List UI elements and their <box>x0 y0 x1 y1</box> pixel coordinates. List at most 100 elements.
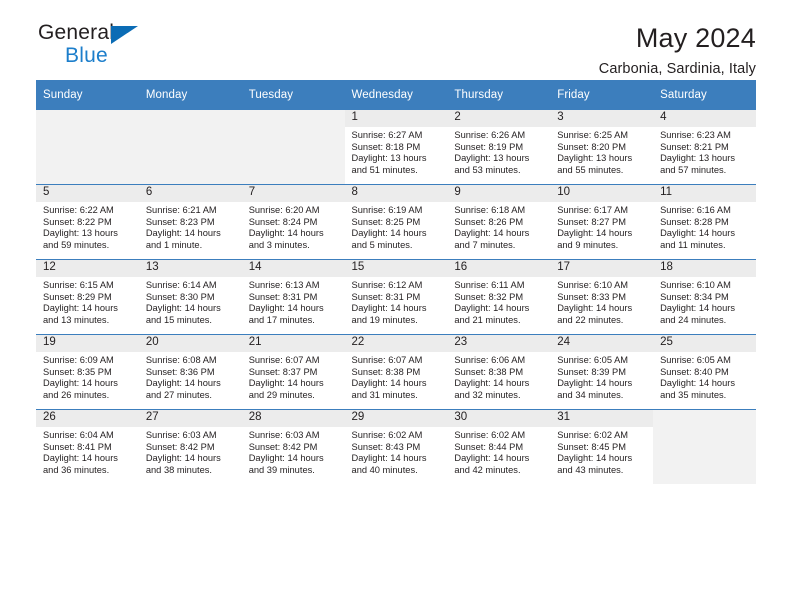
day-number: 3 <box>550 110 654 127</box>
calendar-day-cell[interactable]: 31 Sunrise: 6:02 AM Sunset: 8:45 PM Dayligh… <box>550 409 654 484</box>
sunset-text: Sunset: 8:29 PM <box>43 291 112 302</box>
day-details: Sunrise: 6:07 AM Sunset: 8:38 PM Daylight:… <box>345 352 448 401</box>
calendar-day-cell[interactable]: 22 Sunrise: 6:07 AM Sunset: 8:38 PM Dayligh… <box>344 334 448 410</box>
daylight-text: Daylight: 14 hours and 9 minutes. <box>557 228 633 250</box>
sunset-text: Sunset: 8:18 PM <box>351 141 421 152</box>
calendar-day-cell[interactable]: 28 Sunrise: 6:03 AM Sunset: 8:42 PM Dayligh… <box>241 409 345 484</box>
day-details: Sunrise: 6:23 AM Sunset: 8:21 PM Daylight:… <box>653 127 756 176</box>
daylight-text: Daylight: 14 hours and 34 minutes. <box>557 378 633 400</box>
daylight-text: Daylight: 14 hours and 26 minutes. <box>43 378 118 400</box>
day-details: Sunrise: 6:03 AM Sunset: 8:42 PM Daylight:… <box>242 427 345 476</box>
weekday-header-saturday: Saturday <box>653 80 756 110</box>
sunrise-text: Sunrise: 6:11 AM <box>454 280 525 290</box>
calendar-day-cell[interactable]: 13 Sunrise: 6:14 AM Sunset: 8:30 PM Dayligh… <box>138 259 242 335</box>
day-number: 7 <box>241 185 345 202</box>
daylight-text: Daylight: 13 hours and 51 minutes. <box>351 153 427 175</box>
calendar-day-cell[interactable]: 8 Sunrise: 6:19 AM Sunset: 8:25 PM Daylight… <box>344 184 448 260</box>
day-details: Sunrise: 6:22 AM Sunset: 8:22 PM Daylight:… <box>36 202 139 251</box>
title-block: May 2024 Carbonia, Sardinia, Italy <box>599 22 756 79</box>
day-number: 24 <box>550 335 654 352</box>
calendar-day-cell[interactable]: 7 Sunrise: 6:20 AM Sunset: 8:24 PM Daylight… <box>241 184 345 260</box>
general-blue-logo[interactable]: General Blue <box>36 22 168 74</box>
calendar-day-cell[interactable]: 3 Sunrise: 6:25 AM Sunset: 8:20 PM Daylight… <box>550 109 654 185</box>
calendar-day-cell[interactable]: 18 Sunrise: 6:10 AM Sunset: 8:34 PM Dayligh… <box>653 259 756 335</box>
sunrise-text: Sunrise: 6:03 AM <box>248 430 320 440</box>
calendar-day-cell[interactable]: 1 Sunrise: 6:27 AM Sunset: 8:18 PM Daylight… <box>344 109 448 185</box>
day-details: Sunrise: 6:03 AM Sunset: 8:42 PM Daylight:… <box>139 427 242 476</box>
day-details: Sunrise: 6:17 AM Sunset: 8:27 PM Daylight:… <box>550 202 653 251</box>
day-details: Sunrise: 6:13 AM Sunset: 8:31 PM Daylight:… <box>242 277 345 326</box>
daylight-text: Daylight: 14 hours and 29 minutes. <box>248 378 324 400</box>
day-number <box>241 110 345 127</box>
calendar-day-cell[interactable]: 19 Sunrise: 6:09 AM Sunset: 8:35 PM Dayligh… <box>36 334 139 410</box>
sunset-text: Sunset: 8:27 PM <box>557 216 626 227</box>
calendar-day-cell[interactable]: 17 Sunrise: 6:10 AM Sunset: 8:33 PM Dayligh… <box>550 259 654 335</box>
day-number: 20 <box>138 335 242 352</box>
sunrise-text: Sunrise: 6:12 AM <box>351 280 423 290</box>
calendar-day-cell[interactable]: 10 Sunrise: 6:17 AM Sunset: 8:27 PM Dayligh… <box>550 184 654 260</box>
calendar-cell-empty <box>653 409 756 484</box>
daylight-text: Daylight: 14 hours and 3 minutes. <box>248 228 324 250</box>
calendar-cell-empty <box>138 109 242 185</box>
sunrise-text: Sunrise: 6:02 AM <box>351 430 423 440</box>
daylight-text: Daylight: 14 hours and 43 minutes. <box>557 453 633 475</box>
sunset-text: Sunset: 8:35 PM <box>43 366 112 377</box>
calendar-day-cell[interactable]: 21 Sunrise: 6:07 AM Sunset: 8:37 PM Dayligh… <box>241 334 345 410</box>
calendar-day-cell[interactable]: 4 Sunrise: 6:23 AM Sunset: 8:21 PM Daylight… <box>653 109 756 185</box>
sunrise-text: Sunrise: 6:20 AM <box>248 205 320 215</box>
day-number <box>36 110 139 127</box>
daylight-text: Daylight: 14 hours and 7 minutes. <box>454 228 530 250</box>
day-number: 31 <box>550 410 654 427</box>
calendar-day-cell[interactable]: 9 Sunrise: 6:18 AM Sunset: 8:26 PM Daylight… <box>447 184 551 260</box>
day-number: 1 <box>344 110 448 127</box>
day-details: Sunrise: 6:12 AM Sunset: 8:31 PM Daylight:… <box>345 277 448 326</box>
weekday-header-row: Sunday Monday Tuesday Wednesday Thursday… <box>36 80 756 110</box>
day-details: Sunrise: 6:26 AM Sunset: 8:19 PM Daylight:… <box>447 127 550 176</box>
calendar-day-cell[interactable]: 27 Sunrise: 6:03 AM Sunset: 8:42 PM Dayligh… <box>138 409 242 484</box>
calendar-day-cell[interactable]: 12 Sunrise: 6:15 AM Sunset: 8:29 PM Dayligh… <box>36 259 139 335</box>
calendar-day-cell[interactable]: 6 Sunrise: 6:21 AM Sunset: 8:23 PM Daylight… <box>138 184 242 260</box>
calendar-day-cell[interactable]: 25 Sunrise: 6:05 AM Sunset: 8:40 PM Dayligh… <box>653 334 756 410</box>
sunrise-text: Sunrise: 6:17 AM <box>557 205 629 215</box>
calendar-day-cell[interactable]: 24 Sunrise: 6:05 AM Sunset: 8:39 PM Dayligh… <box>550 334 654 410</box>
sunrise-text: Sunrise: 6:18 AM <box>454 205 526 215</box>
day-details: Sunrise: 6:20 AM Sunset: 8:24 PM Daylight:… <box>242 202 345 251</box>
sunset-text: Sunset: 8:20 PM <box>557 141 626 152</box>
calendar-day-cell[interactable]: 5 Sunrise: 6:22 AM Sunset: 8:22 PM Daylight… <box>36 184 139 260</box>
day-number: 19 <box>36 335 139 352</box>
calendar-body: 1 Sunrise: 6:27 AM Sunset: 8:18 PM Daylight… <box>36 109 756 484</box>
sunrise-text: Sunrise: 6:14 AM <box>145 280 217 290</box>
day-details: Sunrise: 6:11 AM Sunset: 8:32 PM Daylight:… <box>447 277 550 326</box>
calendar-day-cell[interactable]: 15 Sunrise: 6:12 AM Sunset: 8:31 PM Dayligh… <box>344 259 448 335</box>
sunrise-text: Sunrise: 6:15 AM <box>43 280 114 290</box>
sunset-text: Sunset: 8:42 PM <box>145 441 215 452</box>
day-number: 4 <box>653 110 756 127</box>
calendar-day-cell[interactable]: 16 Sunrise: 6:11 AM Sunset: 8:32 PM Dayligh… <box>447 259 551 335</box>
sunset-text: Sunset: 8:22 PM <box>43 216 112 227</box>
day-number: 13 <box>138 260 242 277</box>
daylight-text: Daylight: 14 hours and 13 minutes. <box>43 303 118 325</box>
calendar-table: Sunday Monday Tuesday Wednesday Thursday… <box>36 80 756 484</box>
calendar-day-cell[interactable]: 23 Sunrise: 6:06 AM Sunset: 8:38 PM Dayligh… <box>447 334 551 410</box>
calendar-day-cell[interactable]: 30 Sunrise: 6:02 AM Sunset: 8:44 PM Dayligh… <box>447 409 551 484</box>
weekday-header-sunday: Sunday <box>36 80 139 110</box>
calendar-day-cell[interactable]: 20 Sunrise: 6:08 AM Sunset: 8:36 PM Dayligh… <box>138 334 242 410</box>
calendar-day-cell[interactable]: 29 Sunrise: 6:02 AM Sunset: 8:43 PM Dayligh… <box>344 409 448 484</box>
sunset-text: Sunset: 8:19 PM <box>454 141 524 152</box>
sunrise-text: Sunrise: 6:03 AM <box>145 430 217 440</box>
daylight-text: Daylight: 14 hours and 27 minutes. <box>145 378 221 400</box>
sunrise-text: Sunrise: 6:27 AM <box>351 130 423 140</box>
sunrise-text: Sunrise: 6:25 AM <box>557 130 629 140</box>
daylight-text: Daylight: 13 hours and 53 minutes. <box>454 153 530 175</box>
daylight-text: Daylight: 14 hours and 40 minutes. <box>351 453 427 475</box>
sunset-text: Sunset: 8:33 PM <box>557 291 626 302</box>
sunset-text: Sunset: 8:23 PM <box>145 216 215 227</box>
daylight-text: Daylight: 14 hours and 31 minutes. <box>351 378 427 400</box>
calendar-day-cell[interactable]: 26 Sunrise: 6:04 AM Sunset: 8:41 PM Dayligh… <box>36 409 139 484</box>
calendar-day-cell[interactable]: 11 Sunrise: 6:16 AM Sunset: 8:28 PM Dayligh… <box>653 184 756 260</box>
sunrise-text: Sunrise: 6:26 AM <box>454 130 526 140</box>
calendar-day-cell[interactable]: 2 Sunrise: 6:26 AM Sunset: 8:19 PM Daylight… <box>447 109 551 185</box>
calendar-day-cell[interactable]: 14 Sunrise: 6:13 AM Sunset: 8:31 PM Dayligh… <box>241 259 345 335</box>
day-number: 15 <box>344 260 448 277</box>
day-number: 17 <box>550 260 654 277</box>
